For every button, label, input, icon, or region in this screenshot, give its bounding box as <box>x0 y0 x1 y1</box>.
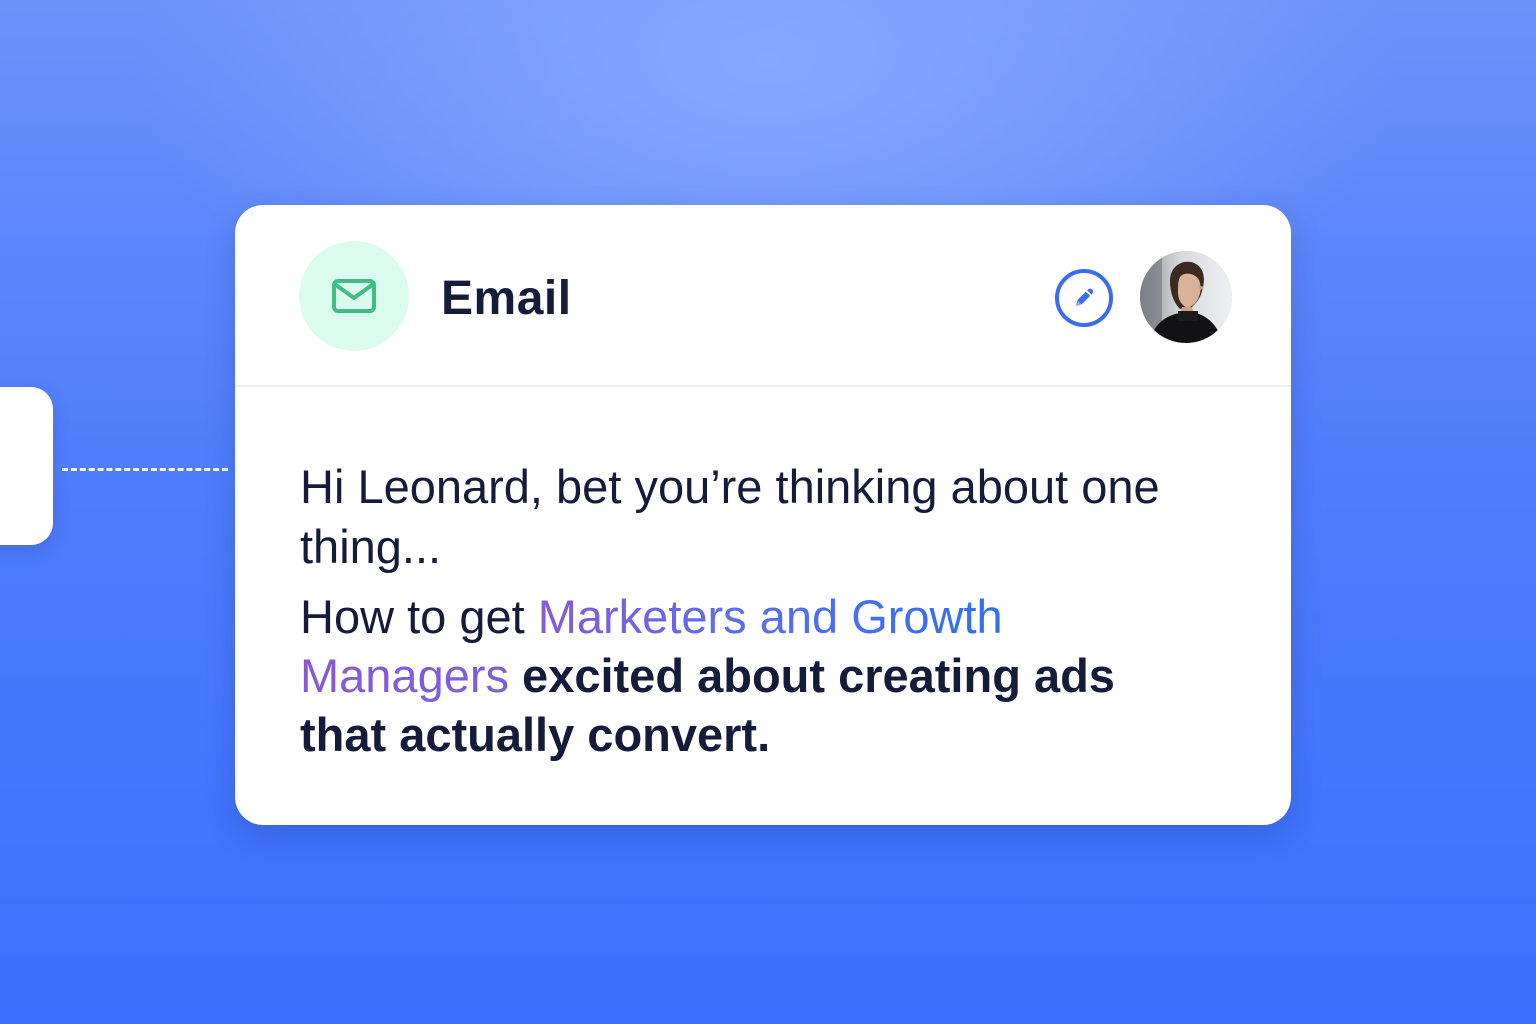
message-highlight: Marketers and Growth <box>537 590 1003 643</box>
edit-button[interactable] <box>1055 269 1113 327</box>
card-title: Email <box>441 272 572 325</box>
previous-node-label: e <box>0 445 11 488</box>
pencil-icon <box>1076 288 1094 306</box>
message-body: Hi Leonard, bet you’re thinking about on… <box>300 457 1200 764</box>
avatar[interactable] <box>1140 251 1232 343</box>
mail-icon <box>299 241 409 351</box>
card-header: Email <box>235 205 1291 387</box>
previous-node-card[interactable]: e <box>0 387 53 545</box>
email-node-card[interactable]: Email Hi Leonard, bet you’re thinking ab… <box>235 205 1291 825</box>
message-highlight-continued: Managers <box>300 649 509 702</box>
greeting-text: Hi Leonard, bet you’re thinking about on… <box>300 460 1160 573</box>
node-connector <box>62 468 228 471</box>
message-lead: How to get <box>300 590 538 643</box>
message-text: How to get Marketers and Growth Managers … <box>300 587 1200 764</box>
